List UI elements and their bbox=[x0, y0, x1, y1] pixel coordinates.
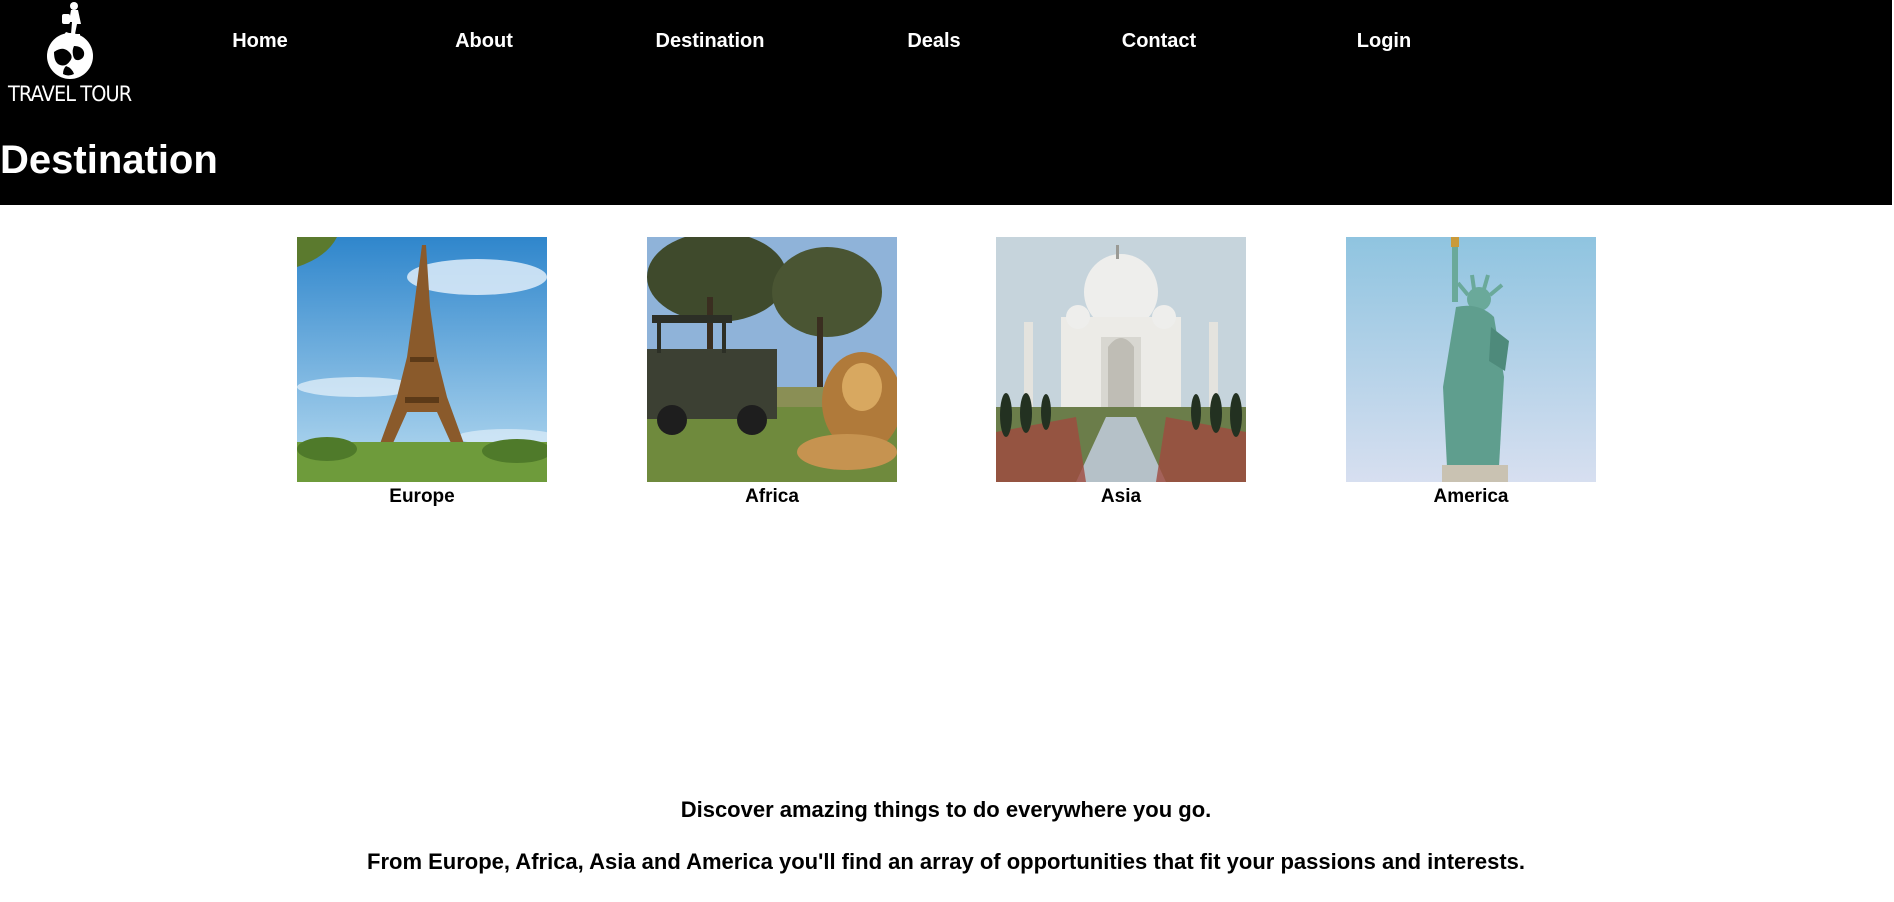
traveler-on-globe-icon bbox=[47, 2, 93, 79]
page-title: Destination bbox=[0, 138, 218, 182]
nav-contact[interactable]: Contact bbox=[1059, 30, 1259, 53]
tagline-heading: Discover amazing things to do everywhere… bbox=[680, 797, 1212, 822]
destination-card-europe[interactable]: Europe bbox=[297, 237, 547, 508]
nav-login[interactable]: Login bbox=[1284, 30, 1484, 53]
destination-card-america[interactable]: America bbox=[1346, 237, 1596, 508]
destination-card-africa[interactable]: Africa bbox=[647, 237, 897, 508]
destination-label-america: America bbox=[1433, 486, 1509, 507]
nav-about[interactable]: About bbox=[384, 30, 584, 53]
lion-safari-photo[interactable] bbox=[647, 237, 897, 482]
destination-label-africa: Africa bbox=[745, 486, 799, 507]
eiffel-tower-photo[interactable] bbox=[297, 237, 547, 482]
nav-deals[interactable]: Deals bbox=[834, 30, 1034, 53]
destination-label-europe: Europe bbox=[389, 486, 455, 507]
destination-label-asia: Asia bbox=[1100, 486, 1142, 507]
taj-mahal-photo[interactable] bbox=[996, 237, 1246, 482]
nav-home[interactable]: Home bbox=[160, 30, 360, 53]
site-header: TRAVEL TOUR Home About Destination Deals… bbox=[0, 0, 1892, 205]
brand-logo[interactable]: TRAVEL TOUR bbox=[6, 0, 132, 112]
tagline-body: From Europe, Africa, Asia and America yo… bbox=[367, 849, 1525, 874]
destination-card-asia[interactable]: Asia bbox=[996, 237, 1246, 508]
nav-destination[interactable]: Destination bbox=[610, 30, 810, 53]
brand-name: TRAVEL TOUR bbox=[8, 82, 132, 106]
statue-of-liberty-photo[interactable] bbox=[1346, 237, 1596, 482]
